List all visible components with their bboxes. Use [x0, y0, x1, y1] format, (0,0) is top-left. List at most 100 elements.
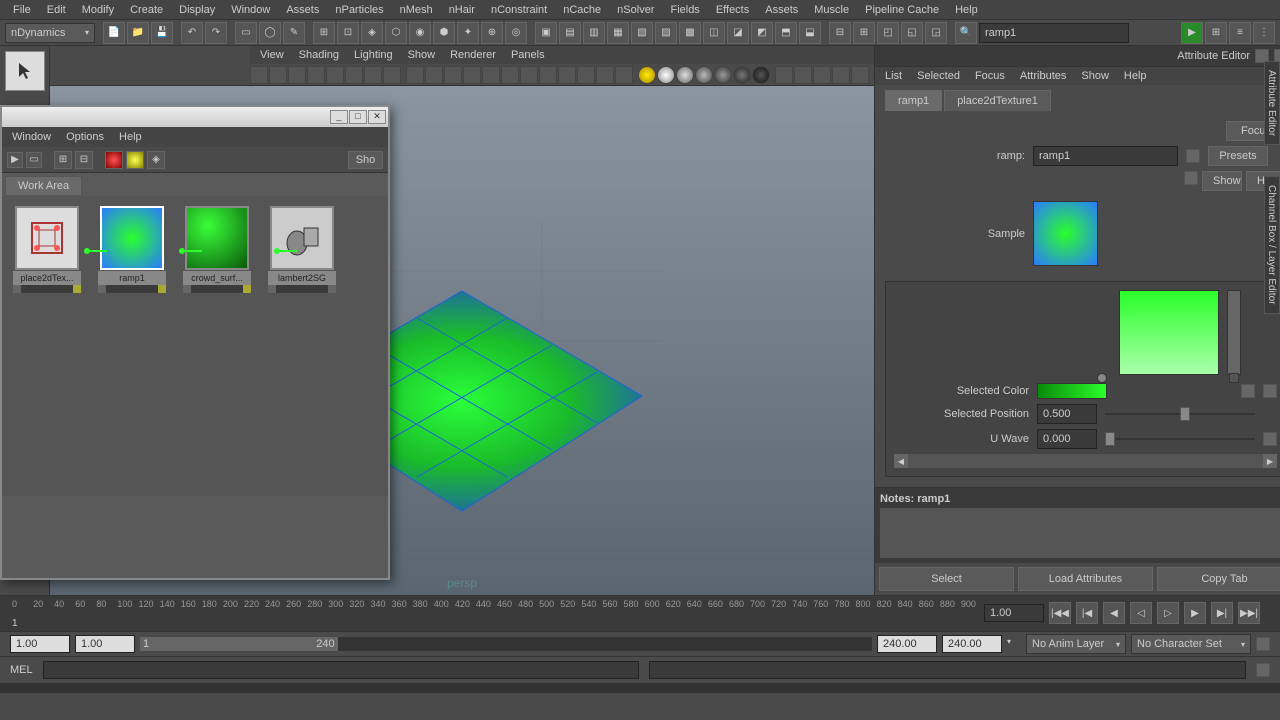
- shelf-snap1-icon[interactable]: ⊞: [313, 22, 335, 44]
- shelf-undo-icon[interactable]: ↶: [181, 22, 203, 44]
- vp-light-1-icon[interactable]: [638, 66, 656, 84]
- shelf-go-icon[interactable]: ▶: [1181, 22, 1203, 44]
- vp-panels[interactable]: Panels: [511, 49, 545, 61]
- start-time-input[interactable]: [10, 635, 70, 653]
- shelf-paint-icon[interactable]: ✎: [283, 22, 305, 44]
- attr-menu-selected[interactable]: Selected: [917, 70, 960, 82]
- ramp-handle-circle[interactable]: [1097, 373, 1107, 383]
- hs-tool-7-icon[interactable]: ◈: [147, 151, 165, 169]
- maximize-icon[interactable]: □: [349, 110, 367, 124]
- vp-tool-5-icon[interactable]: [326, 66, 344, 84]
- menu-assets[interactable]: Assets: [278, 1, 327, 19]
- hs-tool-3-icon[interactable]: ⊞: [54, 151, 72, 169]
- vp-light-7-icon[interactable]: [752, 66, 770, 84]
- hs-tool-4-icon[interactable]: ⊟: [75, 151, 93, 169]
- step-back-icon[interactable]: |◀: [1076, 602, 1098, 624]
- shelf-lasso-icon[interactable]: ◯: [259, 22, 281, 44]
- shelf-snap9-icon[interactable]: ◎: [505, 22, 527, 44]
- script-editor-icon[interactable]: [1256, 663, 1270, 677]
- shelf-render4-icon[interactable]: ▦: [607, 22, 629, 44]
- shelf-layout1-icon[interactable]: ⊞: [1205, 22, 1227, 44]
- node-lambert2sg[interactable]: lambert2SG: [267, 206, 337, 486]
- frame-fwd-icon[interactable]: ▷: [1157, 602, 1179, 624]
- hs-tool-2-icon[interactable]: ▭: [26, 152, 42, 168]
- hs-menu-options[interactable]: Options: [66, 131, 104, 143]
- ramp-handle-square[interactable]: [1229, 373, 1239, 383]
- frame-back-icon[interactable]: ◁: [1130, 602, 1152, 624]
- goto-end-icon[interactable]: ▶▶|: [1238, 602, 1260, 624]
- current-frame-input[interactable]: [984, 604, 1044, 622]
- menu-nconstraint[interactable]: nConstraint: [483, 1, 555, 19]
- play-back-icon[interactable]: ◀: [1103, 602, 1125, 624]
- vp-tool-13-icon[interactable]: [482, 66, 500, 84]
- side-tab-attribute-editor[interactable]: Attribute Editor: [1264, 61, 1280, 145]
- shelf-layout3-icon[interactable]: ⋮: [1253, 22, 1275, 44]
- shelf-snap4-icon[interactable]: ⬡: [385, 22, 407, 44]
- vp-tool-11-icon[interactable]: [444, 66, 462, 84]
- out-port[interactable]: [328, 285, 336, 293]
- shelf-render5-icon[interactable]: ▧: [631, 22, 653, 44]
- vp-renderer[interactable]: Renderer: [450, 49, 496, 61]
- selected-position-input[interactable]: [1037, 404, 1097, 424]
- go-in-icon[interactable]: [1186, 149, 1200, 163]
- time-settings-icon[interactable]: [1256, 637, 1270, 651]
- notes-textarea[interactable]: [880, 508, 1280, 558]
- attr-menu-focus[interactable]: Focus: [975, 70, 1005, 82]
- vp-tool-4-icon[interactable]: [307, 66, 325, 84]
- menu-assets2[interactable]: Assets: [757, 1, 806, 19]
- menu-muscle[interactable]: Muscle: [806, 1, 857, 19]
- vp-light-3-icon[interactable]: [676, 66, 694, 84]
- node-place2dtexture[interactable]: place2dTex...: [12, 206, 82, 486]
- mel-input[interactable]: [43, 661, 640, 679]
- vp-end-4-icon[interactable]: [832, 66, 850, 84]
- attr-menu-help[interactable]: Help: [1124, 70, 1147, 82]
- tab-ramp1[interactable]: ramp1: [885, 90, 942, 111]
- shelf-render12-icon[interactable]: ⬓: [799, 22, 821, 44]
- vp-tool-19-icon[interactable]: [596, 66, 614, 84]
- copy-tab-button[interactable]: Copy Tab: [1157, 567, 1280, 591]
- go-out-icon[interactable]: [1184, 171, 1198, 185]
- vp-light-5-icon[interactable]: [714, 66, 732, 84]
- menu-nsolver[interactable]: nSolver: [609, 1, 662, 19]
- vp-end-2-icon[interactable]: [794, 66, 812, 84]
- shelf-render3-icon[interactable]: ▥: [583, 22, 605, 44]
- menu-edit[interactable]: Edit: [39, 1, 74, 19]
- vp-tool-3-icon[interactable]: [288, 66, 306, 84]
- vp-show[interactable]: Show: [408, 49, 436, 61]
- ramp-gradient-preview[interactable]: [1119, 290, 1219, 375]
- attr-menu-show[interactable]: Show: [1081, 70, 1109, 82]
- end-range-input[interactable]: [877, 635, 937, 653]
- menu-file[interactable]: File: [5, 1, 39, 19]
- u-wave-slider[interactable]: [1105, 438, 1255, 440]
- in-port[interactable]: [183, 285, 191, 293]
- minimize-icon[interactable]: _: [330, 110, 348, 124]
- vp-tool-14-icon[interactable]: [501, 66, 519, 84]
- menu-help[interactable]: Help: [947, 1, 986, 19]
- vp-end-3-icon[interactable]: [813, 66, 831, 84]
- menu-fields[interactable]: Fields: [662, 1, 707, 19]
- vp-tool-12-icon[interactable]: [463, 66, 481, 84]
- vp-tool-8-icon[interactable]: [383, 66, 401, 84]
- search-field[interactable]: [979, 23, 1129, 43]
- vp-light-4-icon[interactable]: [695, 66, 713, 84]
- attr-menu-attributes[interactable]: Attributes: [1020, 70, 1066, 82]
- presets-button[interactable]: Presets: [1208, 146, 1268, 166]
- vp-tool-9-icon[interactable]: [406, 66, 424, 84]
- vp-tool-10-icon[interactable]: [425, 66, 443, 84]
- vp-view[interactable]: View: [260, 49, 284, 61]
- shelf-select-icon[interactable]: ▭: [235, 22, 257, 44]
- hs-tool-5-icon[interactable]: [105, 151, 123, 169]
- hs-show-button[interactable]: Sho: [348, 151, 383, 169]
- ramp-scrollbar[interactable]: [1227, 290, 1241, 375]
- vp-tool-20-icon[interactable]: [615, 66, 633, 84]
- vp-tool-6-icon[interactable]: [345, 66, 363, 84]
- shelf-render2-icon[interactable]: ▤: [559, 22, 581, 44]
- shelf-render6-icon[interactable]: ▨: [655, 22, 677, 44]
- menu-nmesh[interactable]: nMesh: [392, 1, 441, 19]
- vp-shading[interactable]: Shading: [299, 49, 339, 61]
- shelf-hyper2-icon[interactable]: ⊞: [853, 22, 875, 44]
- shelf-search-icon[interactable]: 🔍: [955, 22, 977, 44]
- shelf-open-icon[interactable]: 📁: [127, 22, 149, 44]
- hscroll-left-icon[interactable]: ◀: [894, 454, 908, 468]
- hscroll-track[interactable]: [908, 454, 1263, 468]
